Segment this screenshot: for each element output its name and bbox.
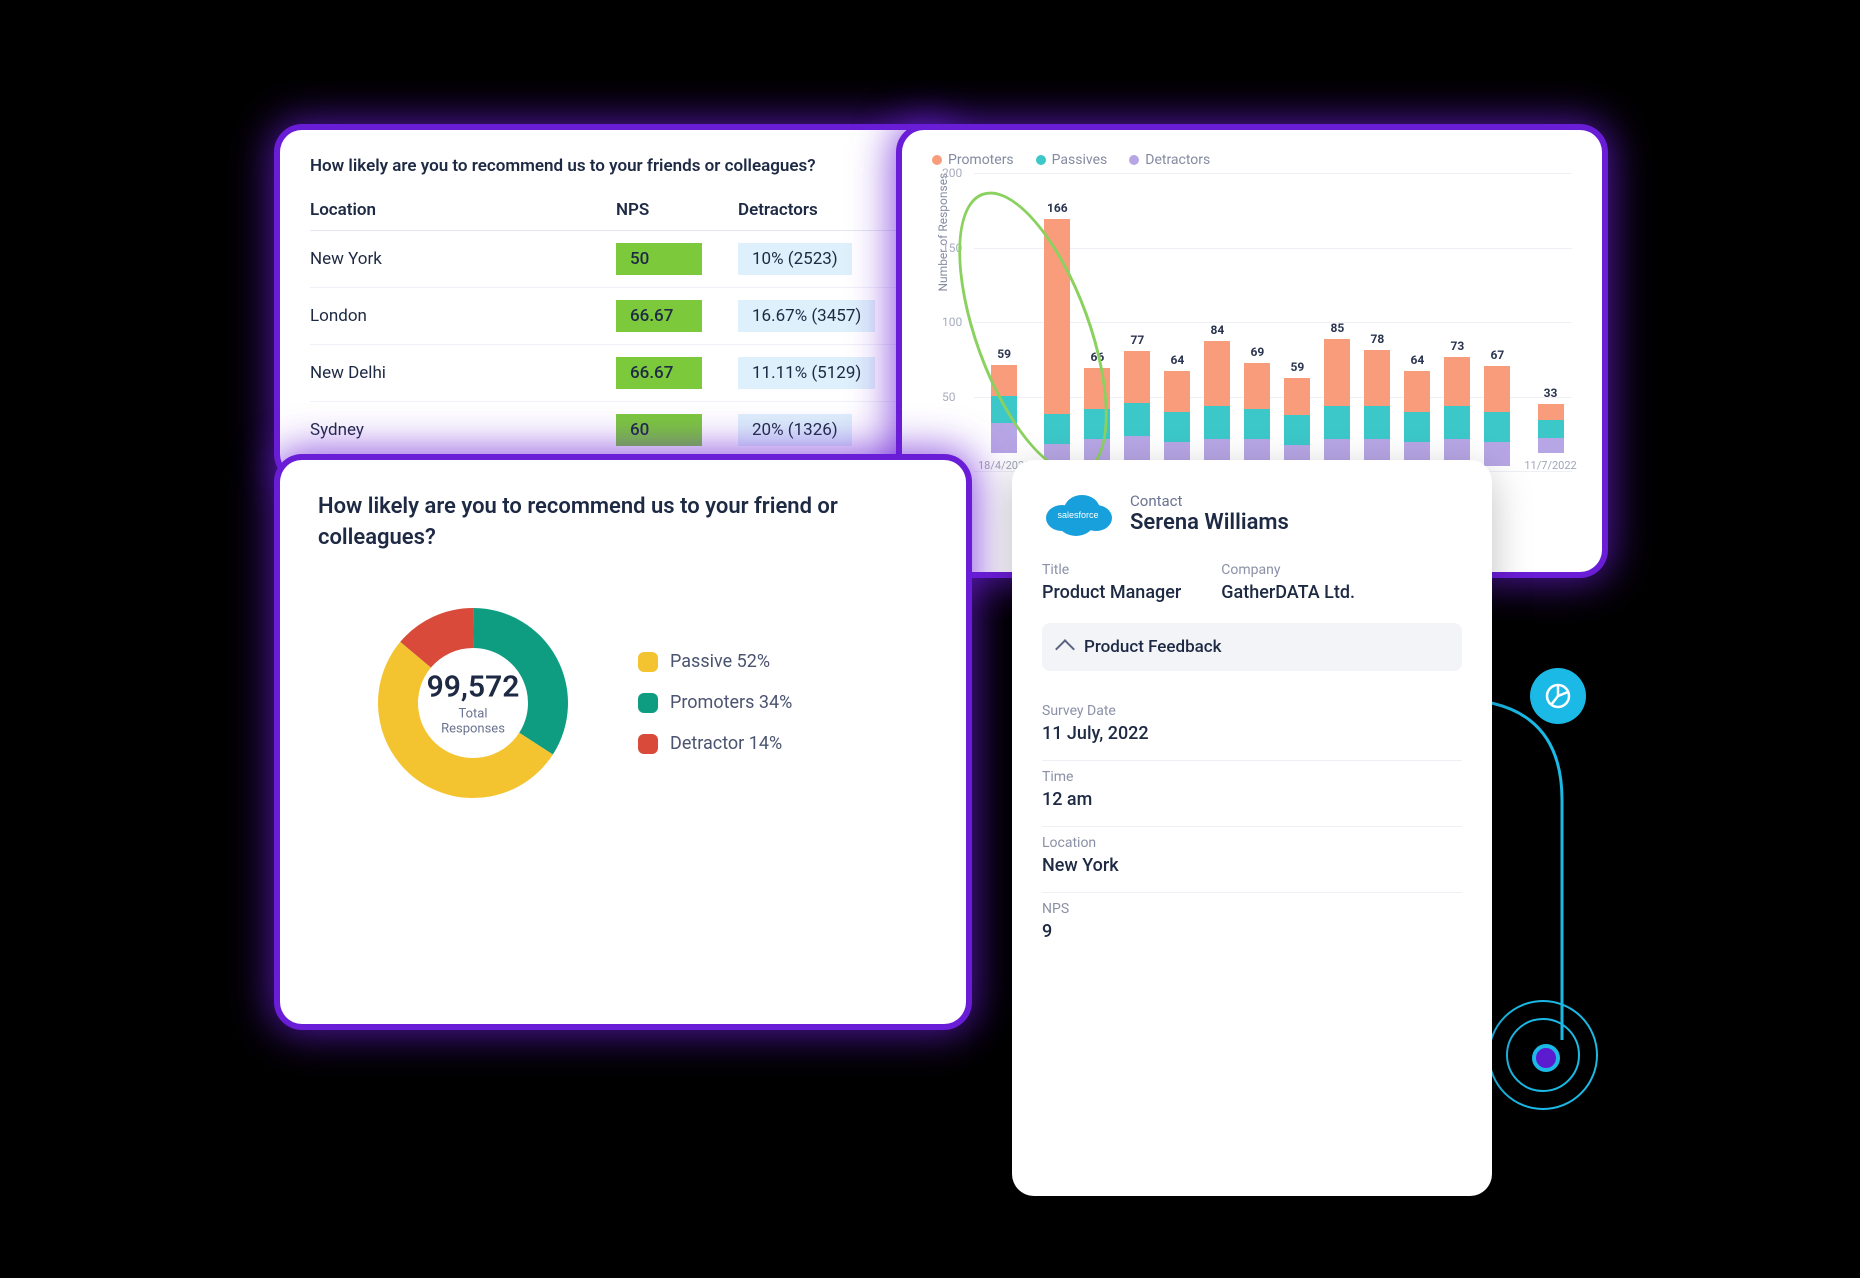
- field-value: New York: [1042, 855, 1462, 876]
- dot-icon: [932, 155, 942, 165]
- bar-value-label: 67: [1484, 348, 1510, 362]
- bar-value-label: 77: [1124, 333, 1150, 347]
- donut-chart: 99,572 TotalResponses: [348, 578, 598, 828]
- legend-detractor: Detractor 14%: [638, 733, 792, 754]
- table-row: Sydney6020% (1326): [310, 402, 920, 459]
- cell-nps: 50: [616, 231, 738, 288]
- title-label: Title: [1042, 562, 1181, 578]
- bar-column: 84: [1204, 341, 1230, 472]
- donut-legend: Passive 52% Promoters 34% Detractor 14%: [638, 651, 792, 755]
- contact-field: NPS 9: [1042, 893, 1462, 958]
- field-label: NPS: [1042, 901, 1462, 917]
- contact-eyebrow: Contact: [1130, 492, 1289, 510]
- bar-column: 78: [1364, 350, 1390, 472]
- pie-chart-icon: [1530, 668, 1586, 724]
- salesforce-logo-icon: salesforce: [1042, 488, 1114, 538]
- bar-column: 64: [1404, 371, 1430, 472]
- donut-center: 99,572 TotalResponses: [427, 669, 520, 736]
- legend-promoter: Promoters 34%: [638, 692, 792, 713]
- contact-name: Serena Williams: [1130, 510, 1289, 535]
- bar-value-label: 64: [1164, 353, 1190, 367]
- bar-column: 85: [1324, 339, 1350, 472]
- legend-passive: Passive 52%: [638, 651, 792, 672]
- cell-detractors: 16.67% (3457): [738, 288, 920, 345]
- table-row: New York5010% (2523): [310, 231, 920, 288]
- bar-value-label: 166: [1044, 201, 1070, 215]
- bar-column: 69: [1244, 363, 1270, 472]
- bar-ylabel: Number of Responses: [936, 173, 950, 292]
- company-label: Company: [1221, 562, 1355, 578]
- bar-value-label: 66: [1084, 350, 1110, 364]
- bar-column: 66: [1084, 368, 1110, 472]
- cell-nps: 66.67: [616, 288, 738, 345]
- nps-location-table: Location NPS Detractors New York5010% (2…: [310, 190, 920, 459]
- bar-value-label: 85: [1324, 321, 1350, 335]
- bar-column: 3311/7/2022: [1524, 404, 1576, 472]
- svg-text:salesforce: salesforce: [1057, 510, 1098, 520]
- donut-card-title: How likely are you to recommend us to yo…: [318, 492, 928, 554]
- product-feedback-accordion[interactable]: Product Feedback: [1042, 623, 1462, 671]
- bar-category-label: 11/7/2022: [1524, 459, 1576, 472]
- cell-detractors: 20% (1326): [738, 402, 920, 459]
- chevron-up-icon: [1055, 639, 1075, 659]
- bar-column: 73: [1444, 357, 1470, 472]
- cell-location: London: [310, 288, 616, 345]
- bar-column: 77: [1124, 351, 1150, 472]
- table-card-title: How likely are you to recommend us to yo…: [310, 156, 920, 176]
- bar-column: 166: [1044, 219, 1070, 472]
- bar-value-label: 84: [1204, 323, 1230, 337]
- th-location: Location: [310, 190, 616, 231]
- company-value: GatherDATA Ltd.: [1221, 582, 1355, 603]
- bar-value-label: 78: [1364, 332, 1390, 346]
- bar-value-label: 59: [991, 347, 1017, 361]
- nps-location-table-card: How likely are you to recommend us to yo…: [280, 130, 950, 476]
- cell-nps: 60: [616, 402, 738, 459]
- swatch-icon: [638, 734, 658, 754]
- field-label: Time: [1042, 769, 1462, 785]
- title-value: Product Manager: [1042, 582, 1181, 603]
- cell-location: New York: [310, 231, 616, 288]
- dot-icon: [1129, 155, 1139, 165]
- bar-value-label: 59: [1284, 360, 1310, 374]
- bar-value-label: 33: [1538, 386, 1564, 400]
- bar-column: 59: [1284, 378, 1310, 472]
- dot-icon: [1036, 155, 1046, 165]
- cell-detractors: 11.11% (5129): [738, 345, 920, 402]
- contact-field: Survey Date 11 July, 2022: [1042, 695, 1462, 761]
- swatch-icon: [638, 693, 658, 713]
- contact-detail-card: salesforce Contact Serena Williams Title…: [1012, 460, 1492, 1196]
- table-row: New Delhi66.6711.11% (5129): [310, 345, 920, 402]
- contact-field: Location New York: [1042, 827, 1462, 893]
- swatch-icon: [638, 652, 658, 672]
- cell-nps: 66.67: [616, 345, 738, 402]
- bar-chart-area: Number of Responses 050100150200 5918/4/…: [974, 174, 1572, 504]
- field-value: 12 am: [1042, 789, 1462, 810]
- legend-detractors: Detractors: [1129, 152, 1210, 168]
- bar-value-label: 64: [1404, 353, 1430, 367]
- field-label: Survey Date: [1042, 703, 1462, 719]
- bar-value-label: 69: [1244, 345, 1270, 359]
- cell-location: Sydney: [310, 402, 616, 459]
- bar-column: 64: [1164, 371, 1190, 472]
- bar-column: 5918/4/2022: [978, 365, 1030, 472]
- nps-donut-card: How likely are you to recommend us to yo…: [280, 460, 966, 1024]
- cell-location: New Delhi: [310, 345, 616, 402]
- table-row: London66.6716.67% (3457): [310, 288, 920, 345]
- field-label: Location: [1042, 835, 1462, 851]
- donut-total-label: TotalResponses: [427, 706, 520, 736]
- accordion-label: Product Feedback: [1084, 637, 1222, 657]
- cell-detractors: 10% (2523): [738, 231, 920, 288]
- bar-value-label: 73: [1444, 339, 1470, 353]
- field-value: 11 July, 2022: [1042, 723, 1462, 744]
- field-value: 9: [1042, 921, 1462, 942]
- legend-passives: Passives: [1036, 152, 1108, 168]
- bar-legend: Promoters Passives Detractors: [932, 152, 1572, 168]
- th-detractors: Detractors: [738, 190, 920, 231]
- th-nps: NPS: [616, 190, 738, 231]
- donut-total-value: 99,572: [427, 669, 520, 704]
- target-pulse-icon: [1488, 1000, 1598, 1110]
- bar-column: 67: [1484, 366, 1510, 472]
- contact-field: Time 12 am: [1042, 761, 1462, 827]
